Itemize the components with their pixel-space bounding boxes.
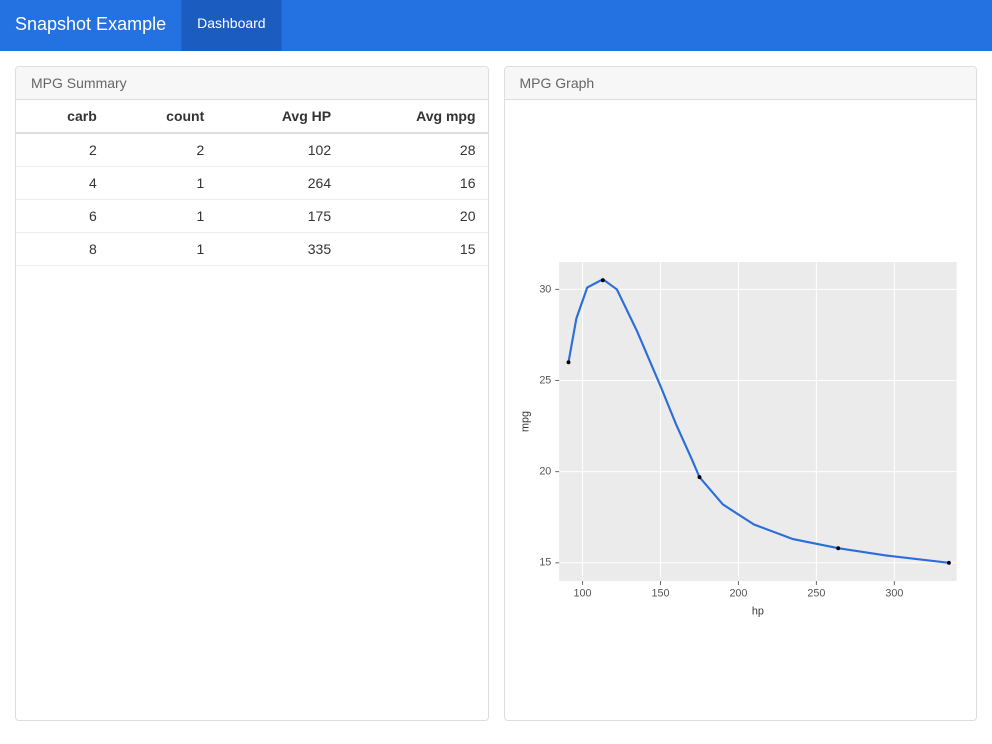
summary-table: carb count Avg HP Avg mpg 2 2 102 28 4: [16, 100, 488, 266]
svg-text:20: 20: [539, 466, 551, 478]
cell-count: 1: [109, 200, 217, 233]
panel-mpg-summary: MPG Summary carb count Avg HP Avg mpg 2 …: [15, 66, 489, 721]
cell-avg-mpg: 16: [343, 167, 487, 200]
brand-title: Snapshot Example: [0, 0, 181, 51]
panel-heading-graph: MPG Graph: [505, 67, 977, 100]
panel-body-summary: carb count Avg HP Avg mpg 2 2 102 28 4: [16, 100, 488, 720]
cell-avg-hp: 335: [216, 233, 343, 266]
svg-text:30: 30: [539, 283, 551, 295]
table-row: 4 1 264 16: [16, 167, 488, 200]
navbar: Snapshot Example Dashboard: [0, 0, 992, 51]
cell-carb: 8: [16, 233, 109, 266]
cell-avg-hp: 102: [216, 133, 343, 167]
cell-avg-mpg: 15: [343, 233, 487, 266]
cell-count: 2: [109, 133, 217, 167]
table-row: 6 1 175 20: [16, 200, 488, 233]
svg-text:150: 150: [651, 588, 669, 600]
cell-avg-hp: 264: [216, 167, 343, 200]
plot-container: 100 150 200 250 300 15 20 25 30 hp mpg: [505, 100, 977, 720]
col-avg-mpg: Avg mpg: [343, 100, 487, 133]
svg-text:mpg: mpg: [519, 411, 531, 432]
cell-carb: 2: [16, 133, 109, 167]
col-avg-hp: Avg HP: [216, 100, 343, 133]
svg-text:200: 200: [729, 588, 747, 600]
col-count: count: [109, 100, 217, 133]
panel-body-graph: 100 150 200 250 300 15 20 25 30 hp mpg: [505, 100, 977, 720]
svg-text:100: 100: [573, 588, 591, 600]
cell-count: 1: [109, 233, 217, 266]
svg-text:15: 15: [539, 557, 551, 569]
cell-avg-mpg: 20: [343, 200, 487, 233]
cell-count: 1: [109, 167, 217, 200]
svg-text:250: 250: [807, 588, 825, 600]
cell-carb: 4: [16, 167, 109, 200]
col-carb: carb: [16, 100, 109, 133]
panel-mpg-graph: MPG Graph 100 150 200 250 300 15 20 25 30 hp mpg: [504, 66, 978, 721]
panel-heading-summary: MPG Summary: [16, 67, 488, 100]
svg-text:hp: hp: [751, 605, 763, 617]
cell-avg-mpg: 28: [343, 133, 487, 167]
table-row: 8 1 335 15: [16, 233, 488, 266]
svg-text:25: 25: [539, 374, 551, 386]
svg-text:300: 300: [885, 588, 903, 600]
cell-avg-hp: 175: [216, 200, 343, 233]
mpg-chart: 100 150 200 250 300 15 20 25 30 hp mpg: [515, 110, 967, 630]
content-row: MPG Summary carb count Avg HP Avg mpg 2 …: [0, 51, 992, 736]
table-row: 2 2 102 28: [16, 133, 488, 167]
tab-dashboard[interactable]: Dashboard: [181, 0, 282, 51]
cell-carb: 6: [16, 200, 109, 233]
